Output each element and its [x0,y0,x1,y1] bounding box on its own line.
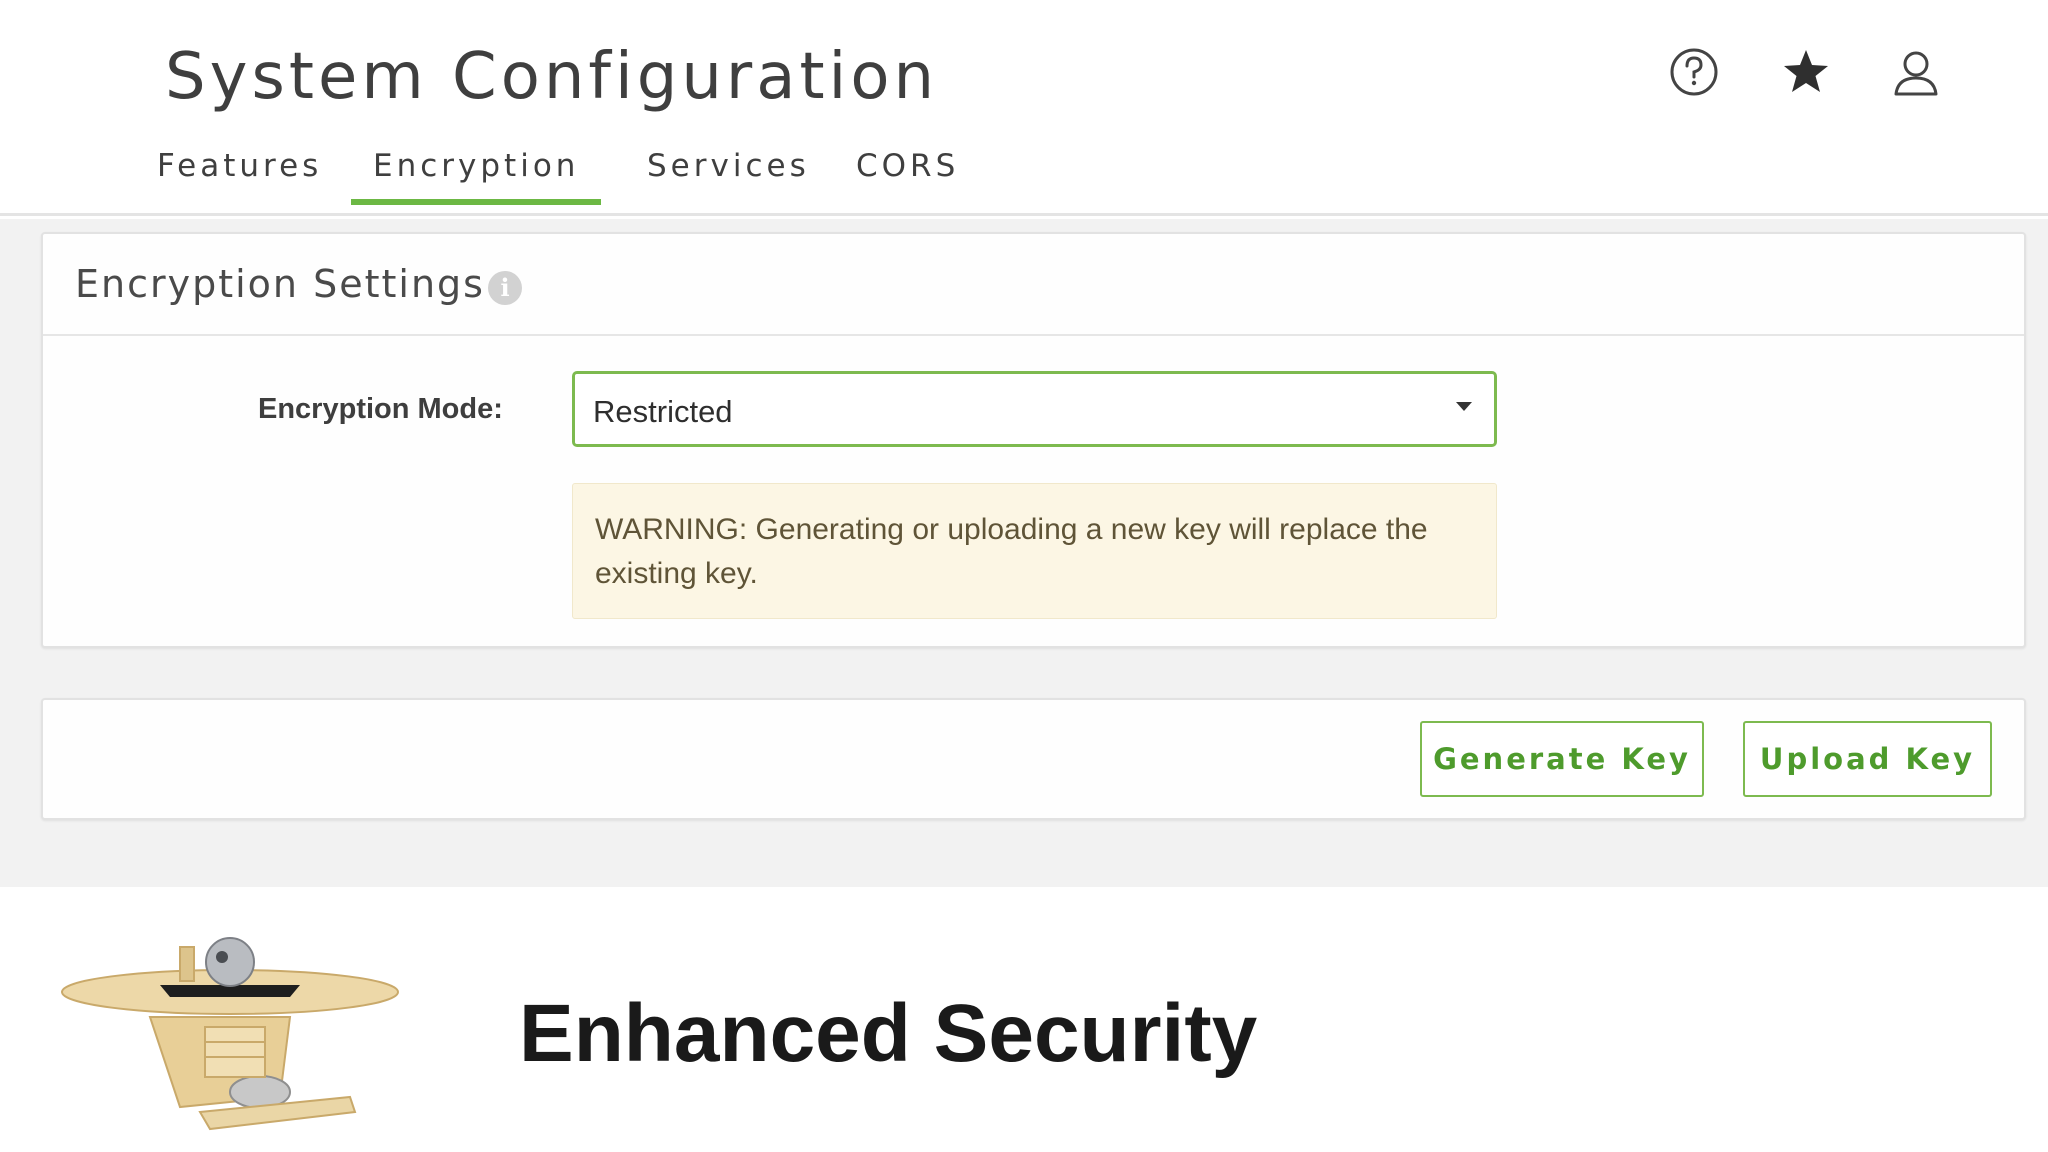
tab-encryption[interactable]: Encryption [351,138,602,205]
page-title: System Configuration [165,40,939,114]
tab-services[interactable]: Services [625,138,832,205]
robot-airplane-illustration [61,937,399,1131]
help-icon[interactable] [1666,44,1722,100]
panel-header: Encryption Settings i [43,234,2024,336]
caption-title: Enhanced Security [519,988,1258,1079]
warning-message: WARNING: Generating or uploading a new k… [572,483,1497,619]
star-icon[interactable] [1778,44,1834,100]
encryption-mode-label: Encryption Mode: [258,393,503,425]
encryption-mode-select[interactable]: Restricted [572,371,1497,447]
generate-key-button[interactable]: Generate Key [1420,721,1704,797]
caret-down-icon [1456,402,1472,411]
caption-strip: Enhanced Security [0,887,2048,1152]
select-value: Restricted [593,394,733,429]
content-area: Encryption Settings i Encryption Mode: R… [0,219,2048,887]
info-icon[interactable]: i [488,271,522,305]
user-icon[interactable] [1888,44,1944,100]
tab-cors[interactable]: CORS [834,138,981,205]
tab-features[interactable]: Features [135,138,344,205]
panel-title: Encryption Settings [75,262,485,306]
app-header: System Configuration Features Encryption… [0,0,2048,216]
encryption-settings-panel: Encryption Settings i Encryption Mode: R… [41,232,2026,648]
upload-key-button[interactable]: Upload Key [1743,721,1992,797]
actions-panel: Generate Key Upload Key [41,698,2026,820]
